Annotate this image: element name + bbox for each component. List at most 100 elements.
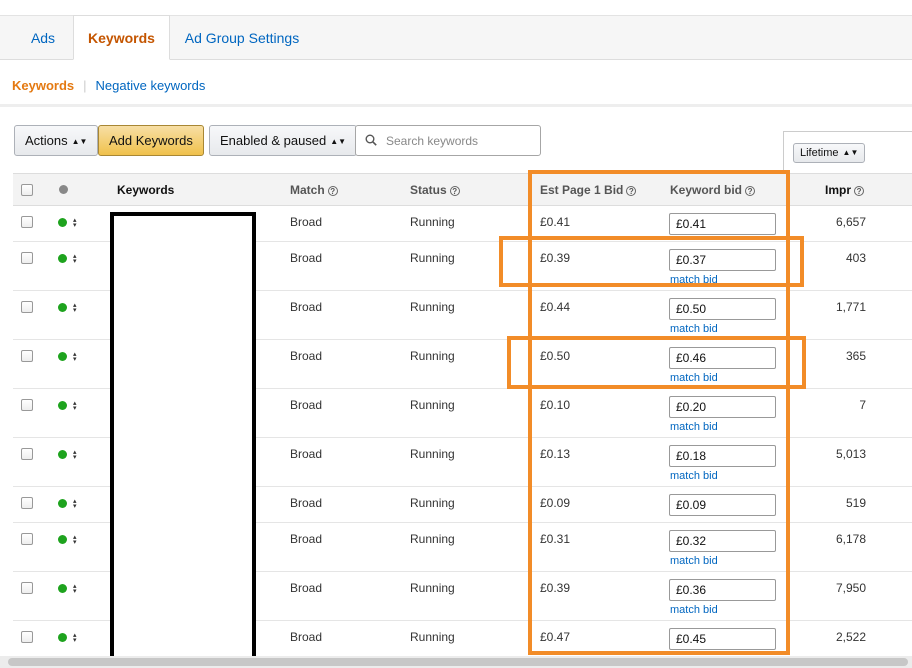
section-divider: [0, 104, 912, 107]
impressions: 5,013: [835, 447, 866, 461]
sub-navigation: Keywords | Negative keywords: [12, 78, 205, 93]
tab-keywords[interactable]: Keywords: [73, 15, 170, 60]
column-header-status[interactable]: Status?: [410, 183, 460, 197]
actions-button-label: Actions: [25, 133, 68, 148]
match-type: Broad: [290, 496, 323, 510]
keyword-status: Running: [410, 398, 455, 412]
help-icon[interactable]: ?: [449, 186, 460, 196]
state-toggle-icon[interactable]: ▴ ▾: [73, 400, 77, 412]
date-range-label: Lifetime: [800, 147, 839, 159]
match-type: Broad: [290, 532, 323, 546]
row-checkbox[interactable]: [21, 399, 33, 411]
status-filter-dropdown[interactable]: Enabled & paused ▲▼: [209, 125, 358, 156]
state-toggle-icon[interactable]: ▴ ▾: [73, 583, 77, 595]
status-dot-icon: [58, 352, 67, 361]
impressions: 1,771: [835, 300, 866, 314]
column-header-impr-label: Impr: [825, 183, 852, 197]
search-input[interactable]: [384, 130, 534, 152]
search-icon: [365, 134, 377, 146]
keyword-status: Running: [410, 532, 455, 546]
match-type: Broad: [290, 398, 323, 412]
keyword-status: Running: [410, 215, 455, 229]
keyword-status: Running: [410, 447, 455, 461]
state-toggle-icon[interactable]: ▴ ▾: [73, 498, 77, 510]
impressions: 403: [845, 251, 866, 265]
select-all-checkbox[interactable]: [21, 184, 33, 196]
column-header-match[interactable]: Match?: [290, 183, 338, 197]
state-toggle-icon[interactable]: ▴ ▾: [73, 351, 77, 363]
redaction-box: [110, 212, 256, 660]
subnav-keywords[interactable]: Keywords: [12, 78, 74, 93]
state-toggle-icon[interactable]: ▴ ▾: [73, 449, 77, 461]
updown-caret-icon: ▲▼: [842, 148, 859, 157]
tab-bar: Ads Keywords Ad Group Settings: [0, 15, 912, 60]
row-checkbox[interactable]: [21, 631, 33, 643]
status-dot-icon: [58, 450, 67, 459]
keyword-status: Running: [410, 349, 455, 363]
subnav-negative-keywords[interactable]: Negative keywords: [96, 78, 206, 93]
column-header-impressions[interactable]: Impr?: [825, 183, 865, 197]
status-dot-icon: [58, 633, 67, 642]
keyword-status: Running: [410, 251, 455, 265]
state-column-icon: [59, 185, 68, 194]
match-type: Broad: [290, 215, 323, 229]
status-filter-label: Enabled & paused: [220, 133, 327, 148]
row-checkbox[interactable]: [21, 350, 33, 362]
status-dot-icon: [58, 303, 67, 312]
row-checkbox[interactable]: [21, 497, 33, 509]
scrollbar-thumb[interactable]: [8, 658, 908, 666]
column-header-keywords[interactable]: Keywords: [117, 183, 174, 197]
state-toggle-icon[interactable]: ▴ ▾: [73, 534, 77, 546]
keyword-status: Running: [410, 581, 455, 595]
window-top-strip: [0, 0, 912, 16]
status-dot-icon: [58, 401, 67, 410]
match-type: Broad: [290, 447, 323, 461]
impressions: 6,178: [835, 532, 866, 546]
match-type: Broad: [290, 349, 323, 363]
status-dot-icon: [58, 535, 67, 544]
horizontal-scrollbar[interactable]: [0, 656, 912, 668]
keyword-status: Running: [410, 496, 455, 510]
match-type: Broad: [290, 630, 323, 644]
row-checkbox[interactable]: [21, 448, 33, 460]
actions-button[interactable]: Actions ▲▼: [14, 125, 99, 156]
date-range-dropdown[interactable]: Lifetime ▲▼: [793, 143, 866, 163]
row-checkbox[interactable]: [21, 301, 33, 313]
impressions: 7: [859, 398, 866, 412]
row-checkbox[interactable]: [21, 252, 33, 264]
column-header-match-label: Match: [290, 183, 325, 197]
impressions: 2,522: [835, 630, 866, 644]
state-toggle-icon[interactable]: ▴ ▾: [73, 632, 77, 644]
add-keywords-button[interactable]: Add Keywords: [98, 125, 204, 156]
search-box[interactable]: [355, 125, 541, 156]
updown-caret-icon: ▲▼: [330, 137, 347, 146]
match-type: Broad: [290, 581, 323, 595]
row-checkbox[interactable]: [21, 582, 33, 594]
state-toggle-icon[interactable]: ▴ ▾: [73, 302, 77, 314]
keyword-status: Running: [410, 630, 455, 644]
tab-ad-group-settings[interactable]: Ad Group Settings: [178, 16, 306, 60]
updown-caret-icon: ▲▼: [71, 137, 88, 146]
tab-ads[interactable]: Ads: [13, 16, 73, 60]
highlight-row-4: [507, 336, 806, 389]
keyword-status: Running: [410, 300, 455, 314]
help-icon[interactable]: ?: [327, 186, 338, 196]
status-dot-icon: [58, 218, 67, 227]
match-type: Broad: [290, 251, 323, 265]
status-dot-icon: [58, 584, 67, 593]
match-type: Broad: [290, 300, 323, 314]
state-toggle-icon[interactable]: ▴ ▾: [73, 217, 77, 229]
column-header-status-label: Status: [410, 183, 447, 197]
impressions: 365: [845, 349, 866, 363]
impressions: 6,657: [835, 215, 866, 229]
help-icon[interactable]: ?: [854, 186, 865, 196]
subnav-separator: |: [83, 78, 87, 93]
status-dot-icon: [58, 254, 67, 263]
impressions: 519: [845, 496, 866, 510]
status-dot-icon: [58, 499, 67, 508]
impressions: 7,950: [835, 581, 866, 595]
state-toggle-icon[interactable]: ▴ ▾: [73, 253, 77, 265]
row-checkbox[interactable]: [21, 533, 33, 545]
highlight-row-2: [499, 236, 804, 287]
row-checkbox[interactable]: [21, 216, 33, 228]
